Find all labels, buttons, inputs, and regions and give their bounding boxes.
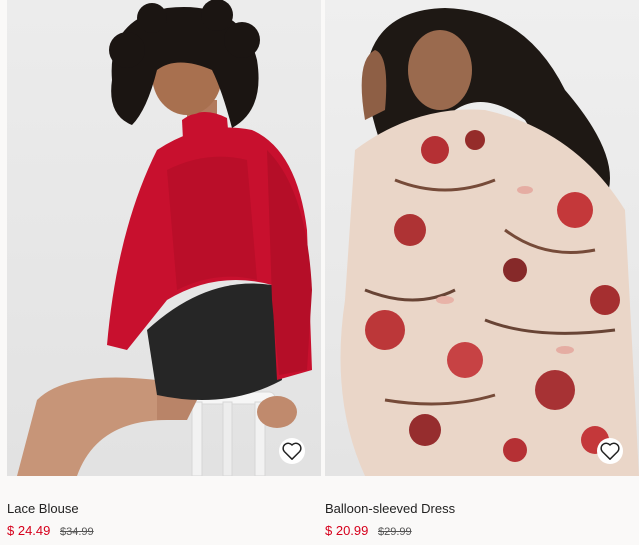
product-image[interactable] <box>325 0 639 476</box>
original-price: $29.99 <box>378 526 412 538</box>
product-photo-lace-blouse <box>17 0 312 476</box>
favorite-button[interactable] <box>279 438 305 464</box>
product-card[interactable]: Balloon-sleeved Dress $ 20.99 $29.99 <box>325 0 639 540</box>
product-grid: Lace Blouse $ 24.49 $34.99 Balloon-sleev… <box>0 0 639 545</box>
sale-price: $ 24.49 <box>7 523 51 538</box>
heart-outline-icon <box>600 442 620 460</box>
original-price: $34.99 <box>60 526 94 538</box>
sale-price: $ 20.99 <box>325 523 369 538</box>
product-title[interactable]: Lace Blouse <box>7 501 321 517</box>
product-photo-balloon-sleeved-dress <box>340 8 639 476</box>
product-image[interactable] <box>7 0 321 476</box>
product-prices: $ 24.49 $34.99 <box>7 523 321 540</box>
product-title[interactable]: Balloon-sleeved Dress <box>325 501 639 517</box>
product-prices: $ 20.99 $29.99 <box>325 523 639 540</box>
product-card[interactable]: Lace Blouse $ 24.49 $34.99 <box>7 0 321 540</box>
heart-outline-icon <box>282 442 302 460</box>
favorite-button[interactable] <box>597 438 623 464</box>
